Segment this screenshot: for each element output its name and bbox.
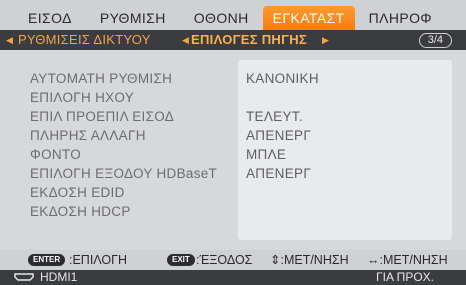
help-updown-text: ⇕:ΜΕΤ/ΝΗΣΗ (270, 253, 349, 267)
value-background: ΜΠΛΕ (246, 147, 287, 162)
help-leftright-text: ↔:ΜΕΤ/ΝΗΣΗ (367, 253, 448, 267)
tab-setup[interactable]: ΡΥΘΜΙΣΗ (86, 6, 180, 30)
tab-info[interactable]: ΠΛΗΡΟΦ (355, 6, 446, 30)
status-info: ΓΙΑ ΠΡΟΧ. (376, 270, 434, 284)
menu-item-hdbaset-output[interactable]: ΕΠΙΛΟΓΗ ΕΞΟΔΟΥ HDBaseT (30, 164, 217, 183)
breadcrumb-section[interactable]: ΡΥΘΜΙΣΕΙΣ ΔΙΚΤΥΟΥ (18, 30, 151, 50)
chevron-left-icon: ◀ (182, 35, 189, 45)
help-enter-text: :ΕΠΙΛΟΓΗ (69, 253, 128, 267)
help-bar: ENTER :ΕΠΙΛΟΓΗ EXIT :ΈΞΟΔΟΣ ⇕:ΜΕΤ/ΝΗΣΗ ↔… (0, 250, 466, 270)
exit-key-badge: EXIT (167, 254, 195, 266)
value-audio-select (246, 88, 319, 107)
enter-key-badge: ENTER (28, 254, 66, 266)
status-bar: HDMI1 ΓΙΑ ΠΡΟΧ. (0, 270, 466, 285)
value-seamless-switch: ΑΠΕΝΕΡΓ (246, 128, 312, 143)
menu-item-seamless-switch[interactable]: ΠΛΗΡΗΣ ΑΛΛΑΓΗ (30, 126, 217, 145)
value-default-input: ΤΕΛΕΥΤ. (246, 109, 303, 124)
menu-item-hdcp-version[interactable]: ΕΚΔΟΣΗ HDCP (30, 202, 217, 221)
value-edid-select (246, 183, 319, 202)
menu-item-audio-select[interactable]: ΕΠΙΛΟΓΗ ΗΧΟΥ (30, 88, 217, 107)
value-auto-adjust: ΚΑΝΟΝΙΚΗ (246, 71, 319, 86)
input-source-label: HDMI1 (40, 270, 78, 284)
menu-labels: ΑΥΤΟΜΑΤΗ ΡΥΘΜΙΣΗ ΕΠΙΛΟΓΗ ΗΧΟΥ ΕΠΙΛ ΠΡΟΕΠ… (30, 69, 217, 221)
value-hdcp-version (246, 202, 319, 221)
menu-values: ΚΑΝΟΝΙΚΗ ΤΕΛΕΥΤ. ΑΠΕΝΕΡΓ ΜΠΛΕ ΑΠΕΝΕΡΓ (246, 69, 319, 221)
tab-display[interactable]: ΟΘΟΝΗ (180, 6, 263, 30)
menu-content: ΑΥΤΟΜΑΤΗ ΡΥΘΜΙΣΗ ΕΠΙΛΟΓΗ ΗΧΟΥ ΕΠΙΛ ΠΡΟΕΠ… (0, 50, 466, 250)
tab-input[interactable]: ΕΙΣΟΔ (14, 6, 86, 30)
chevron-left-icon[interactable]: ◀ (6, 30, 13, 50)
menu-item-edid-select[interactable]: ΕΚΔΟΣΗ EDID (30, 183, 217, 202)
menu-item-auto-adjust[interactable]: ΑΥΤΟΜΑΤΗ ΡΥΘΜΙΣΗ (30, 69, 217, 88)
page-indicator: 3/4 (418, 33, 452, 48)
breadcrumb-current: ΕΠΙΛΟΓΕΣ ΠΗΓΗΣ (191, 32, 307, 47)
projector-osd-menu: ΕΙΣΟΔ ΡΥΘΜΙΣΗ ΟΘΟΝΗ ΕΓΚΑΤΑΣΤ ΠΛΗΡΟΦ ◀ ΡΥ… (0, 0, 466, 285)
value-hdbaset-output: ΑΠΕΝΕΡΓ (246, 166, 312, 181)
menu-tab-bar: ΕΙΣΟΔ ΡΥΘΜΙΣΗ ΟΘΟΝΗ ΕΓΚΑΤΑΣΤ ΠΛΗΡΟΦ (0, 0, 466, 30)
breadcrumb: ◀ ΡΥΘΜΙΣΕΙΣ ΔΙΚΤΥΟΥ ◀ ΕΠΙΛΟΓΕΣ ΠΗΓΗΣ ▶ 3… (0, 30, 466, 50)
menu-item-default-input[interactable]: ΕΠΙΛ ΠΡΟΕΠΙΛ ΕΙΣΟΔ (30, 107, 217, 126)
input-source-icon (14, 273, 34, 281)
tab-installation[interactable]: ΕΓΚΑΤΑΣΤ (262, 6, 355, 30)
chevron-right-icon[interactable]: ▶ (322, 30, 329, 50)
help-exit-text: :ΈΞΟΔΟΣ (196, 253, 253, 267)
menu-item-background[interactable]: ΦΟΝΤΟ (30, 145, 217, 164)
